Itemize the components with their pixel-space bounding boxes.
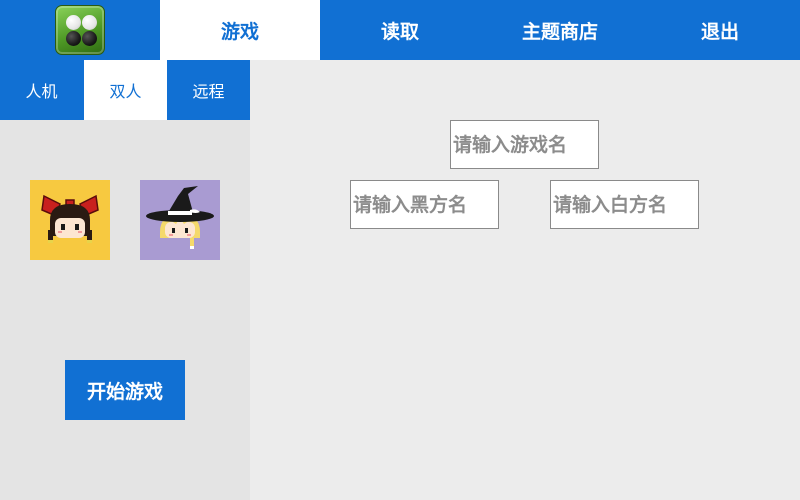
- start-game-button[interactable]: 开始游戏: [65, 360, 185, 420]
- tab-game[interactable]: 游戏: [160, 0, 320, 60]
- tab-vs-computer[interactable]: 人机: [0, 60, 83, 120]
- tab-remote[interactable]: 远程: [167, 60, 250, 120]
- tab-two-player[interactable]: 双人: [84, 60, 167, 120]
- othello-stones-icon: [55, 5, 105, 55]
- black-player-name-input[interactable]: [350, 180, 499, 229]
- white-stone-icon: [66, 15, 81, 30]
- player-avatar-witch-hat-icon[interactable]: [140, 180, 220, 260]
- white-stone-icon: [82, 15, 97, 30]
- black-stone-icon: [66, 31, 81, 46]
- black-stone-icon: [82, 31, 97, 46]
- left-panel: 人机 双人 远程 开始游戏: [0, 60, 250, 500]
- tab-load[interactable]: 读取: [320, 0, 480, 60]
- tab-exit[interactable]: 退出: [640, 0, 800, 60]
- mode-tabs: 人机 双人 远程: [0, 60, 250, 120]
- logo-cell: [0, 0, 160, 60]
- white-player-name-input[interactable]: [550, 180, 699, 229]
- game-name-input[interactable]: [450, 120, 599, 169]
- player-avatar-red-bow-icon[interactable]: [30, 180, 110, 260]
- tab-theme-store[interactable]: 主题商店: [480, 0, 640, 60]
- top-nav: 游戏 读取 主题商店 退出: [0, 0, 800, 60]
